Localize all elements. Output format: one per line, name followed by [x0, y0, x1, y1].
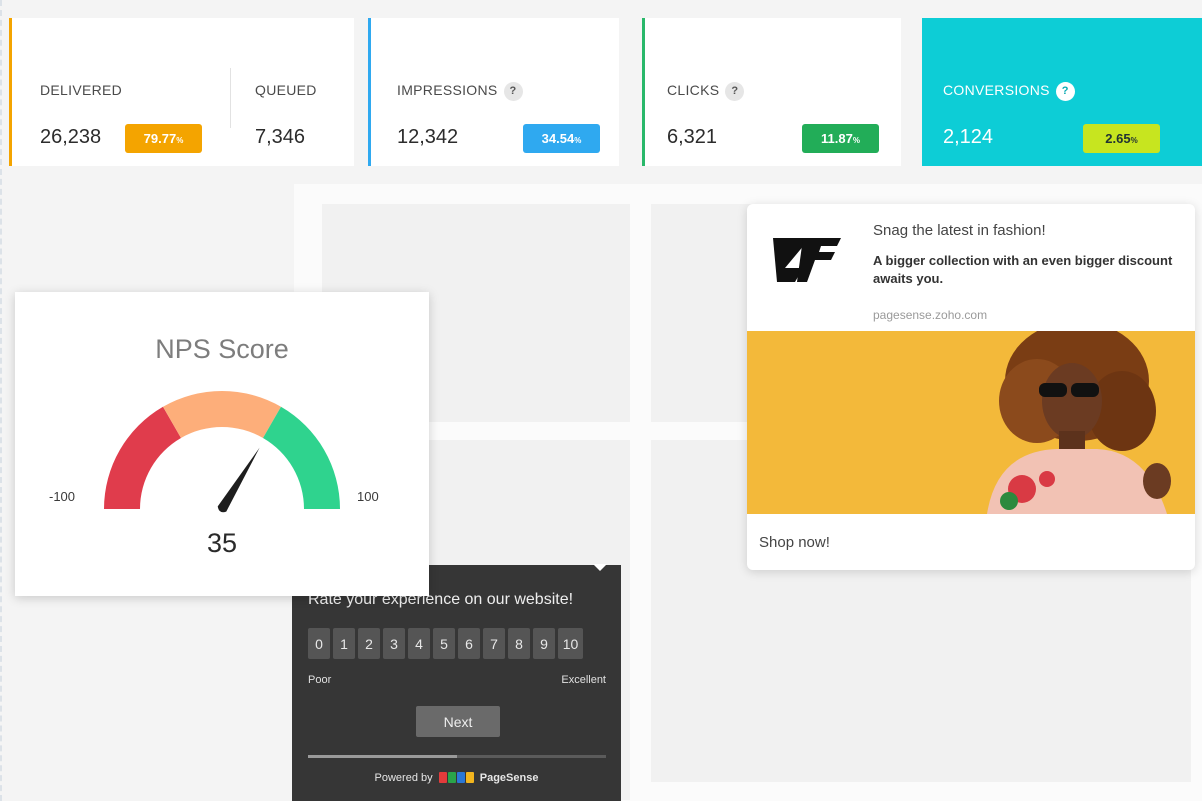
impressions-pct-badge: 34.54% [523, 124, 600, 153]
help-icon[interactable]: ? [503, 82, 523, 101]
conversions-pct-badge: 2.65% [1083, 124, 1160, 153]
rating-option[interactable]: 9 [533, 628, 555, 659]
help-icon[interactable]: ? [725, 82, 745, 101]
low-label: Poor [308, 674, 332, 686]
rating-option[interactable]: 4 [408, 628, 430, 659]
gauge-segment-passives [163, 391, 281, 438]
clicks-pct-badge: 11.87% [802, 124, 879, 153]
delivered-label: DELIVERED [40, 82, 123, 98]
brand-logo [773, 238, 841, 282]
rating-scale: 0 1 2 3 4 5 6 7 8 9 10 [308, 628, 583, 659]
rating-survey-widget: Rate your experience on our website! 0 1… [292, 564, 621, 801]
gauge-needle [217, 447, 260, 513]
clicks-card: CLICKS? 6,321 11.87% [642, 18, 901, 166]
rating-option[interactable]: 1 [333, 628, 355, 659]
queued-value: 7,346 [255, 126, 306, 148]
gauge-segment-promoters [263, 406, 340, 509]
collapse-chevron-icon[interactable] [593, 564, 607, 571]
ad-title: Snag the latest in fashion! [873, 222, 1046, 239]
delivered-pct-badge: 79.77% [125, 124, 202, 153]
rating-option[interactable]: 6 [458, 628, 480, 659]
conversions-card: CONVERSIONS? 2,124 2.65% [922, 18, 1202, 166]
survey-progress-bar [308, 755, 606, 758]
nps-value: 35 [206, 528, 238, 558]
clicks-label: CLICKS? [667, 82, 745, 101]
ad-image [747, 321, 1195, 514]
impressions-card: IMPRESSIONS? 12,342 34.54% [368, 18, 619, 166]
gauge-segment-detractors [104, 406, 181, 509]
rating-option[interactable]: 8 [508, 628, 530, 659]
decorative-dashed-edge [0, 0, 6, 801]
rating-option[interactable]: 5 [433, 628, 455, 659]
powered-by: Powered by PageSense [374, 772, 539, 784]
rating-option[interactable]: 0 [308, 628, 330, 659]
gauge-max-label: 100 [357, 489, 379, 504]
nps-score-card: NPS Score -100 100 35 [15, 292, 429, 596]
shop-now-link[interactable]: Shop now! [759, 534, 830, 551]
gauge-min-label: -100 [49, 489, 76, 504]
web-push-ad-preview[interactable]: Snag the latest in fashion! A bigger col… [747, 204, 1195, 570]
divider [230, 68, 231, 128]
next-button[interactable]: Next [416, 706, 500, 737]
clicks-value: 6,321 [667, 126, 718, 148]
conversions-value: 2,124 [943, 126, 994, 148]
progress-fill [308, 755, 457, 758]
rating-option[interactable]: 3 [383, 628, 405, 659]
help-icon[interactable]: ? [1055, 82, 1075, 101]
zoho-logo-icon [438, 772, 474, 783]
conversions-label: CONVERSIONS? [943, 82, 1075, 101]
impressions-value: 12,342 [397, 126, 459, 148]
high-label: Excellent [561, 674, 606, 686]
delivered-value: 26,238 [40, 126, 102, 148]
ad-body: A bigger collection with an even bigger … [873, 253, 1173, 286]
impressions-label: IMPRESSIONS? [397, 82, 523, 101]
delivered-card: DELIVERED 26,238 79.77% QUEUED 7,346 [9, 18, 354, 166]
rating-option[interactable]: 7 [483, 628, 505, 659]
rating-option[interactable]: 10 [558, 628, 583, 659]
ad-url: pagesense.zoho.com [873, 308, 988, 322]
queued-label: QUEUED [255, 82, 317, 98]
rating-option[interactable]: 2 [358, 628, 380, 659]
